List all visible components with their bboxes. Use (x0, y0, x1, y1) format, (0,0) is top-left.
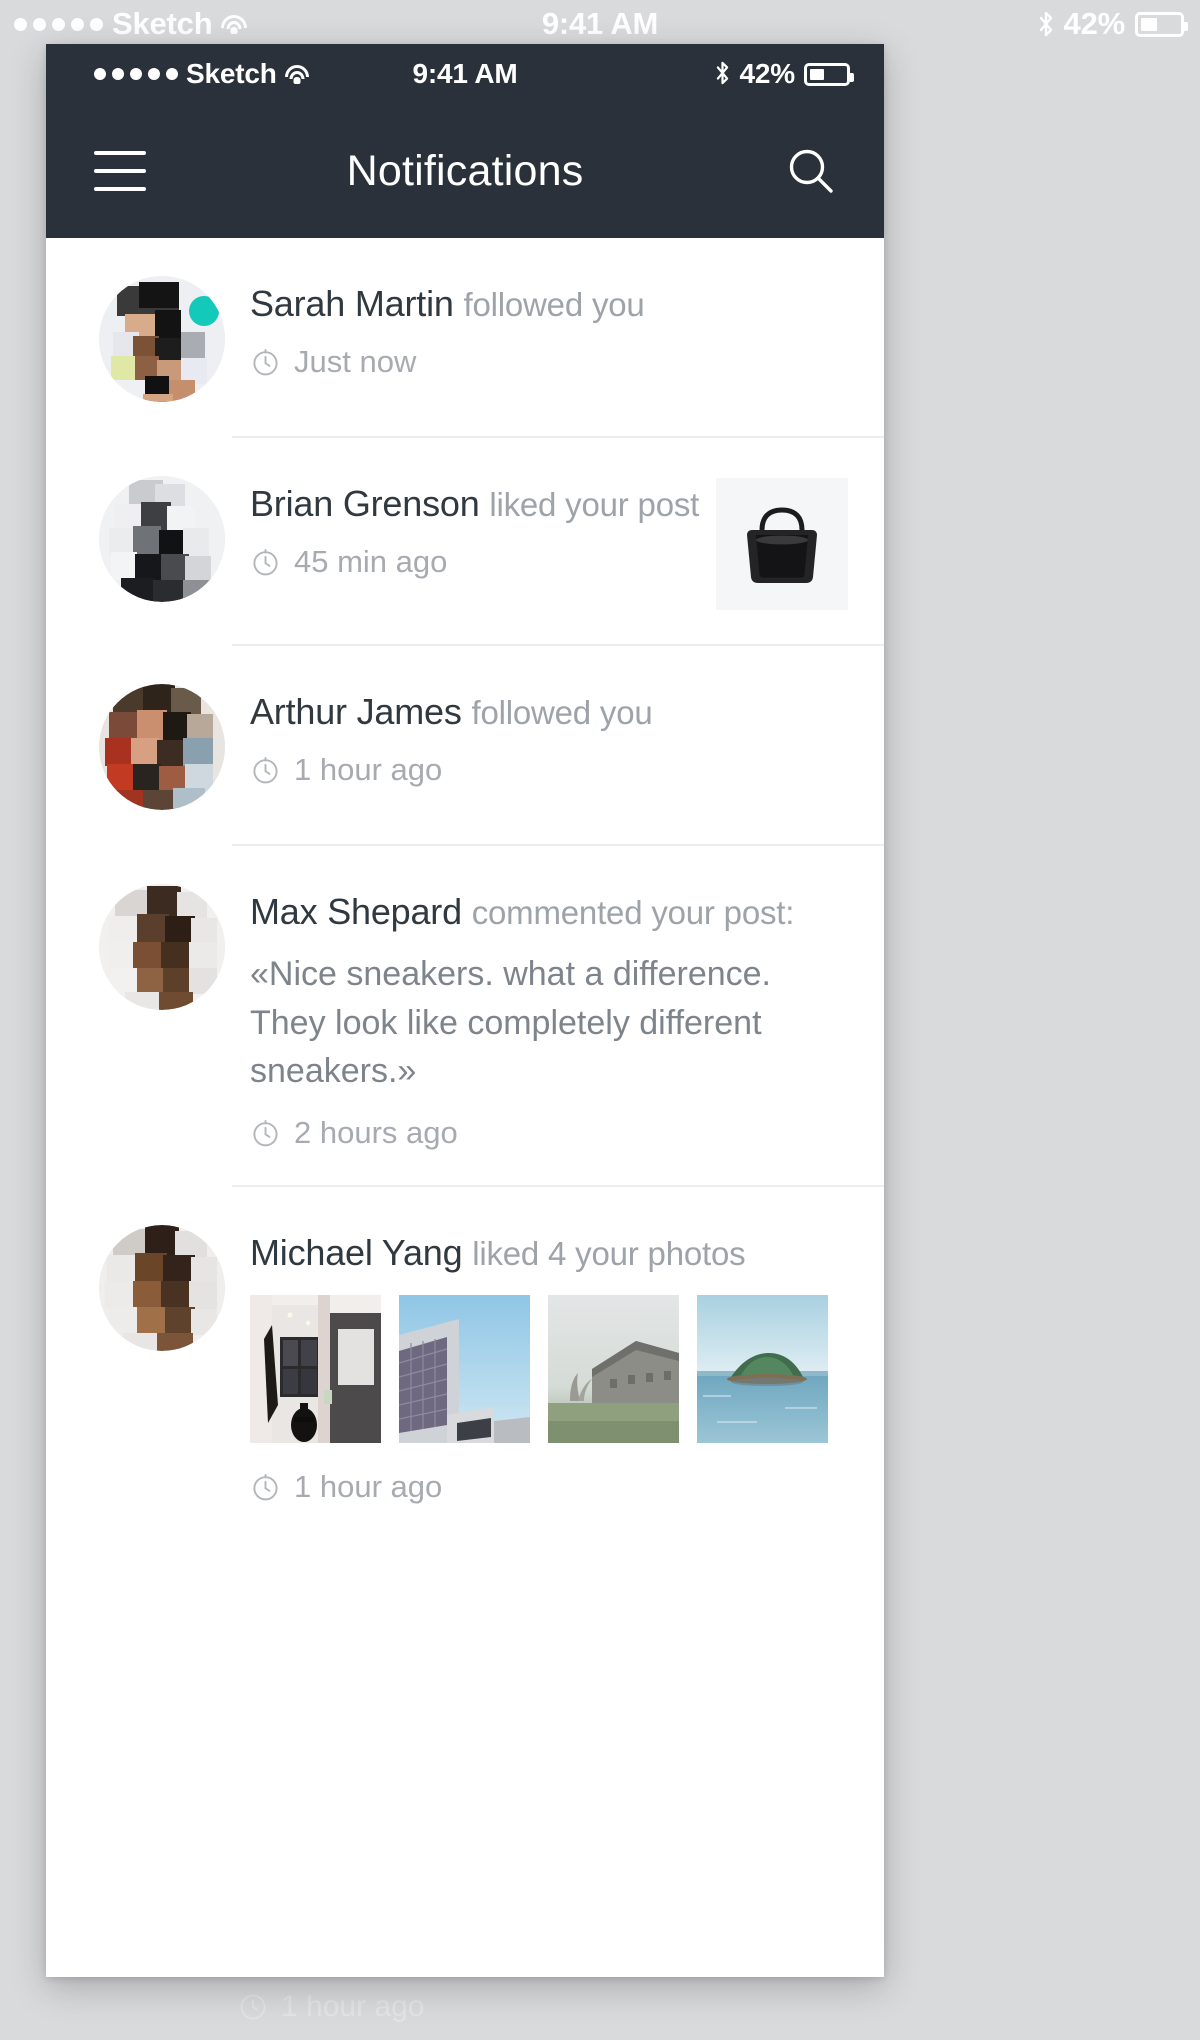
timestamp: Just now (250, 344, 848, 380)
timestamp: 1 hour ago (250, 1469, 848, 1505)
notification-headline: Michael Yang liked 4 your photos (250, 1232, 848, 1273)
notification-item[interactable]: Max Shepard commented your post: «Nice s… (46, 846, 884, 1185)
notification-headline: Max Shepard commented your post: (250, 891, 848, 932)
battery-percent-label: 42% (1063, 6, 1126, 41)
notification-list: Sarah Martin followed you Just now Brian… (46, 238, 884, 1540)
avatar-wrap (82, 880, 242, 1151)
notification-headline: Sarah Martin followed you (250, 283, 848, 324)
clock-icon (253, 1473, 278, 1501)
battery-icon (804, 62, 854, 86)
avatar-wrap (82, 272, 242, 402)
notification-content: Sarah Martin followed you Just now (242, 272, 848, 402)
notification-content: Arthur James followed you 1 hour ago (242, 680, 848, 810)
background-status-bar-right: 42% (1038, 6, 1188, 42)
timestamp: 45 min ago (250, 544, 700, 580)
avatar[interactable] (99, 1225, 225, 1352)
avatar-wrap (82, 1221, 242, 1505)
timestamp-label: 1 hour ago (294, 752, 443, 788)
background-ghost-timestamp: 1 hour ago (238, 1990, 424, 2024)
app-status-bar-right: 42% (715, 58, 854, 90)
notification-item[interactable]: Michael Yang liked 4 your photos 1 hour … (46, 1187, 884, 1539)
search-icon[interactable] (784, 144, 838, 198)
page-title: Notifications (346, 146, 584, 195)
timestamp: 2 hours ago (250, 1115, 848, 1151)
photo-thumbnail[interactable] (399, 1295, 530, 1444)
notification-item[interactable]: Brian Grenson liked your post 45 min ago (46, 438, 884, 644)
clock-icon (240, 1994, 266, 2020)
battery-percent-label: 42% (739, 58, 796, 89)
clock-icon (253, 348, 278, 376)
background-status-bar: Sketch 9:41 AM 42% (0, 0, 1200, 48)
avatar-wrap (82, 680, 242, 810)
user-name[interactable]: Arthur James (250, 691, 462, 732)
app-header: Sketch 9:41 AM 42% Notifications (46, 44, 884, 238)
photo-thumbnail[interactable] (697, 1295, 828, 1444)
user-name[interactable]: Max Shepard (250, 891, 462, 932)
avatar-wrap (82, 472, 242, 610)
action-text: liked your post (489, 486, 700, 523)
action-text: followed you (471, 694, 653, 731)
comment-text: «Nice sneakers. what a difference. They … (250, 955, 771, 1090)
timestamp-label: 1 hour ago (294, 1469, 443, 1505)
notification-content: Max Shepard commented your post: «Nice s… (242, 880, 848, 1151)
notification-headline: Brian Grenson liked your post (250, 483, 700, 524)
status-bar-time: 9:41 AM (541, 6, 659, 41)
bluetooth-icon (715, 61, 731, 87)
user-name[interactable]: Sarah Martin (250, 283, 454, 324)
avatar[interactable] (99, 684, 225, 810)
avatar[interactable] (99, 276, 225, 402)
avatar[interactable] (99, 884, 225, 1010)
liked-photos-gallery (250, 1295, 848, 1444)
bluetooth-icon (1038, 11, 1054, 37)
navigation-bar: Notifications (46, 104, 884, 238)
photo-thumbnail[interactable] (548, 1295, 679, 1444)
action-text: followed you (463, 286, 645, 323)
action-text: liked 4 your photos (472, 1235, 746, 1273)
post-thumbnail[interactable] (716, 478, 848, 610)
online-badge (189, 296, 219, 326)
notification-content: Brian Grenson liked your post 45 min ago (242, 472, 700, 610)
clock-icon (253, 548, 278, 576)
notification-item[interactable]: Sarah Martin followed you Just now (46, 238, 884, 436)
avatar[interactable] (99, 476, 225, 602)
user-name[interactable]: Michael Yang (250, 1232, 463, 1273)
user-name[interactable]: Brian Grenson (250, 483, 480, 524)
clock-icon (253, 1119, 278, 1146)
notification-content: Michael Yang liked 4 your photos 1 hour … (242, 1221, 848, 1505)
battery-icon (1135, 11, 1188, 37)
action-text: commented your post: (471, 894, 795, 931)
notification-item[interactable]: Arthur James followed you 1 hour ago (46, 646, 884, 844)
phone-mockup: Sketch 9:41 AM 42% Notifications Sarah M… (46, 44, 884, 1977)
ghost-timestamp-label: 1 hour ago (281, 1990, 425, 2023)
photo-thumbnail[interactable] (250, 1295, 381, 1444)
timestamp-label: 45 min ago (294, 544, 448, 580)
timestamp: 1 hour ago (250, 752, 848, 788)
app-status-bar: Sketch 9:41 AM 42% (46, 44, 884, 104)
timestamp-label: Just now (294, 344, 417, 380)
timestamp-label: 2 hours ago (294, 1115, 458, 1151)
notification-headline: Arthur James followed you (250, 691, 848, 732)
clock-icon (253, 756, 278, 784)
